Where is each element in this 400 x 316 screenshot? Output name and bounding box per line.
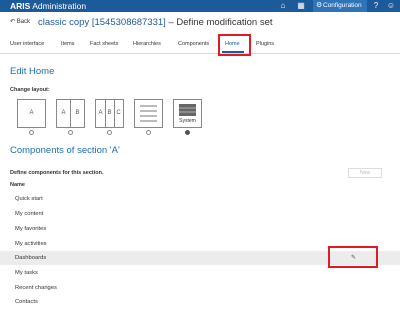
back-link[interactable]: ↶ Back: [10, 18, 30, 27]
user-icon[interactable]: ☺: [386, 1, 396, 11]
configuration-button[interactable]: ⚙ Configuration: [313, 0, 367, 12]
layout-option-one-column[interactable]: A: [17, 99, 46, 128]
list-item-label: Dashboards: [15, 255, 47, 261]
components-heading: Components of section 'A': [10, 145, 120, 156]
layout-cell: A: [61, 110, 66, 116]
edit-button-highlight: [328, 246, 378, 268]
home-tab-highlight: [218, 34, 251, 56]
tab-hierarchies[interactable]: Hierarchies: [133, 36, 161, 54]
list-item[interactable]: Contacts: [0, 295, 400, 309]
home-icon[interactable]: ⌂: [278, 1, 288, 11]
new-component-button[interactable]: New: [348, 168, 382, 178]
help-icon[interactable]: ?: [371, 1, 381, 11]
layout-cell: C: [116, 110, 121, 116]
top-bar: ARIS Administration ⌂ ▦ ⚙ Configuration …: [0, 0, 400, 12]
list-item[interactable]: Recent changes: [0, 281, 400, 295]
layout-radio-three-columns[interactable]: [107, 130, 112, 135]
layout-radio-rows[interactable]: [146, 130, 151, 135]
title-separator: –: [168, 17, 174, 28]
layout-option-rows[interactable]: [134, 99, 163, 128]
change-layout-label: Change layout:: [10, 87, 50, 93]
gear-icon: ⚙: [316, 2, 323, 9]
layout-radio-one-column[interactable]: [29, 130, 34, 135]
title-suffix: Define modification set: [176, 17, 273, 28]
name-column-header: Name: [10, 182, 25, 188]
back-label: Back: [16, 19, 31, 25]
layout-cell: B: [107, 110, 112, 116]
grid-icon[interactable]: ▦: [296, 1, 306, 11]
layout-cell-system: System: [179, 118, 196, 124]
tab-components[interactable]: Components: [178, 36, 209, 54]
list-item[interactable]: My content: [0, 207, 400, 221]
edit-home-heading: Edit Home: [10, 66, 55, 77]
modification-set-link[interactable]: classic copy [1545308687331]: [38, 17, 166, 28]
app-title: ARIS Administration: [10, 0, 86, 12]
tab-plugins[interactable]: Plugins: [256, 36, 274, 54]
tab-user-interface[interactable]: User interface: [10, 36, 44, 54]
layout-radio-system[interactable]: [185, 130, 190, 135]
tab-bar: User interface Items Fact sheets Hierarc…: [0, 36, 400, 54]
layout-option-three-columns[interactable]: A B C: [95, 99, 124, 128]
layout-cell: A: [29, 110, 34, 116]
page-title: classic copy [1545308687331] – Define mo…: [38, 16, 273, 29]
tab-fact-sheets[interactable]: Fact sheets: [90, 36, 118, 54]
rows-layout-icon: [140, 105, 157, 122]
list-item[interactable]: My tasks: [0, 266, 400, 280]
app-name: Administration: [32, 1, 87, 11]
list-item[interactable]: My favorites: [0, 222, 400, 236]
layout-radio-two-columns[interactable]: [68, 130, 73, 135]
tab-items[interactable]: Items: [61, 36, 74, 54]
define-components-label: Define components for this section.: [10, 170, 104, 176]
list-item[interactable]: Quick start: [0, 192, 400, 206]
layout-option-two-columns[interactable]: A B: [56, 99, 85, 128]
layout-cell: A: [98, 110, 103, 116]
layout-option-system[interactable]: System: [173, 99, 202, 128]
configuration-label: Configuration: [323, 2, 362, 9]
layout-cell: B: [75, 110, 80, 116]
back-arrow-icon: ↶: [10, 19, 16, 25]
app-brand: ARIS: [10, 1, 31, 11]
